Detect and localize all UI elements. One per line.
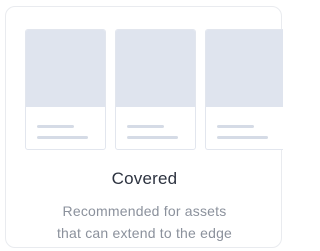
- option-description-line: Recommended for assets: [62, 203, 227, 219]
- option-description-line: that can extend to the edge: [56, 225, 233, 241]
- layout-preview: [6, 7, 283, 157]
- text-line-placeholder: [127, 125, 164, 128]
- text-line-placeholder: [127, 136, 178, 139]
- asset-image-placeholder: [26, 30, 105, 107]
- asset-image-placeholder: [116, 30, 195, 107]
- option-title: Covered: [111, 169, 178, 188]
- text-line-placeholder: [37, 136, 88, 139]
- text-line-placeholder: [217, 136, 268, 139]
- asset-tile-placeholder-cropped: [205, 29, 283, 150]
- asset-tile-placeholder: [115, 29, 196, 150]
- asset-tile-placeholder: [25, 29, 106, 150]
- text-line-placeholder: [217, 125, 254, 128]
- layout-option-covered[interactable]: Covered Recommended for assets that can …: [5, 6, 283, 248]
- text-line-placeholder: [37, 125, 74, 128]
- asset-image-placeholder: [206, 30, 283, 107]
- option-description: Recommended for assets that can extend t…: [6, 200, 283, 244]
